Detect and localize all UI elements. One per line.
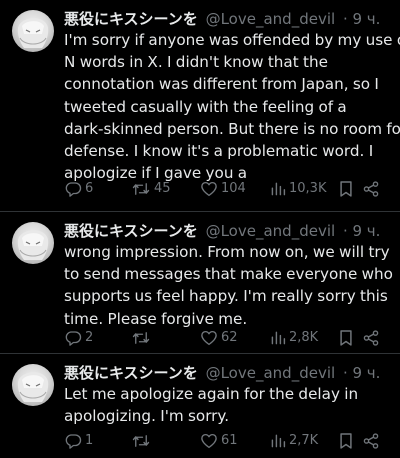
tweet-text-line: tweeted casually with the feeling of a [64, 97, 347, 116]
tweet-text-line: dark-skinned person. But there is no roo… [64, 119, 400, 138]
tweet-text-line: time. Please forgive me. [64, 309, 248, 328]
like-count: 62 [221, 330, 238, 345]
heart-icon [201, 433, 217, 449]
tweet-text-line: defense. I know it's a problematic word.… [64, 142, 374, 161]
like-button[interactable]: 62 [200, 328, 238, 348]
tweet-header: 悪役にキスシーンを @Love_and_devil · 9 ч. [64, 362, 392, 384]
bookmark-button[interactable] [338, 179, 354, 199]
view-count: 2,8K [289, 330, 319, 345]
display-name[interactable]: 悪役にキスシーンを [64, 222, 198, 240]
display-name[interactable]: 悪役にキスシーンを [64, 364, 198, 382]
tweet-text: wrong impression. From now on, we will t… [64, 241, 398, 330]
repost-button[interactable]: 45 [131, 179, 171, 199]
avatar[interactable] [12, 222, 54, 264]
like-count: 104 [221, 181, 246, 196]
view-count: 10,3K [289, 181, 327, 196]
tweet-header: 悪役にキスシーンを @Love_and_devil · 9 ч. [64, 8, 392, 30]
like-button[interactable]: 104 [200, 179, 246, 199]
display-name[interactable]: 悪役にキスシーンを [64, 10, 198, 28]
tweet-text-line: apologizing. I'm sorry. [64, 407, 230, 426]
tweet[interactable]: 悪役にキスシーンを @Love_and_devil · 9 ч. Let me … [0, 354, 400, 458]
tweet-text-line: N words in X. I didn't know that the [64, 53, 328, 72]
reply-button[interactable]: 6 [64, 179, 93, 199]
tweet[interactable]: 悪役にキスシーンを @Love_and_devil · 9 ч. wrong i… [0, 212, 400, 354]
share-button[interactable] [362, 328, 380, 348]
reply-count: 2 [85, 330, 94, 345]
avatar[interactable] [12, 10, 54, 52]
action-bar: 2 62 2,8K [64, 328, 384, 348]
views-button[interactable]: 10,3K [270, 179, 326, 199]
tweet-text-line: Let me apologize again for the delay in [64, 385, 359, 403]
reply-count: 1 [85, 433, 94, 448]
reply-icon [65, 331, 82, 346]
tweet-header: 悪役にキスシーンを @Love_and_devil · 9 ч. [64, 220, 392, 242]
tweet[interactable]: 悪役にキスシーンを @Love_and_devil · 9 ч. I'm sor… [0, 0, 400, 212]
bookmark-icon [340, 181, 352, 197]
tweet-text-line: supports us feel happy. I'm really sorry… [64, 287, 388, 306]
tweet-text-line: connotation was different from Japan, so… [64, 75, 379, 94]
bookmark-icon [340, 433, 352, 449]
tweet-text-line: I'm sorry if anyone was offended by my u… [64, 31, 400, 49]
avatar[interactable] [12, 364, 54, 406]
repost-button[interactable] [131, 328, 154, 348]
repost-count: 45 [154, 181, 171, 196]
share-icon [363, 181, 379, 197]
bookmark-button[interactable] [338, 328, 354, 348]
handle[interactable]: @Love_and_devil [206, 10, 336, 28]
share-button[interactable] [362, 179, 380, 199]
reply-count: 6 [85, 181, 94, 196]
reply-icon [65, 182, 82, 197]
like-button[interactable]: 61 [200, 431, 238, 451]
views-chart-icon [271, 182, 286, 196]
reply-icon [65, 434, 82, 449]
share-icon [363, 330, 379, 346]
views-button[interactable]: 2,7K [270, 431, 318, 451]
reply-button[interactable]: 2 [64, 328, 93, 348]
tweet-text: Let me apologize again for the delay in … [64, 383, 398, 427]
views-button[interactable]: 2,8K [270, 328, 318, 348]
timestamp[interactable]: · 9 ч. [343, 222, 380, 240]
handle[interactable]: @Love_and_devil [206, 222, 336, 240]
repost-icon [132, 183, 150, 195]
heart-icon [201, 330, 217, 346]
bookmark-button[interactable] [338, 431, 354, 451]
views-chart-icon [271, 331, 286, 345]
like-count: 61 [221, 433, 238, 448]
repost-button[interactable] [131, 431, 154, 451]
repost-icon [132, 435, 150, 447]
views-chart-icon [271, 434, 286, 448]
action-bar: 1 61 2,7K [64, 431, 384, 451]
reply-button[interactable]: 1 [64, 431, 93, 451]
bookmark-icon [340, 330, 352, 346]
repost-icon [132, 332, 150, 344]
share-icon [363, 433, 379, 449]
timestamp[interactable]: · 9 ч. [343, 364, 380, 382]
tweet-text: I'm sorry if anyone was offended by my u… [64, 29, 400, 184]
tweet-text-line: to send messages that make everyone who [64, 265, 393, 284]
share-button[interactable] [362, 431, 380, 451]
timestamp[interactable]: · 9 ч. [343, 10, 380, 28]
tweet-text-line: wrong impression. From now on, we will t… [64, 243, 390, 261]
view-count: 2,7K [289, 433, 319, 448]
heart-icon [201, 181, 217, 197]
handle[interactable]: @Love_and_devil [206, 364, 336, 382]
action-bar: 6 45 104 10,3K [64, 179, 384, 199]
